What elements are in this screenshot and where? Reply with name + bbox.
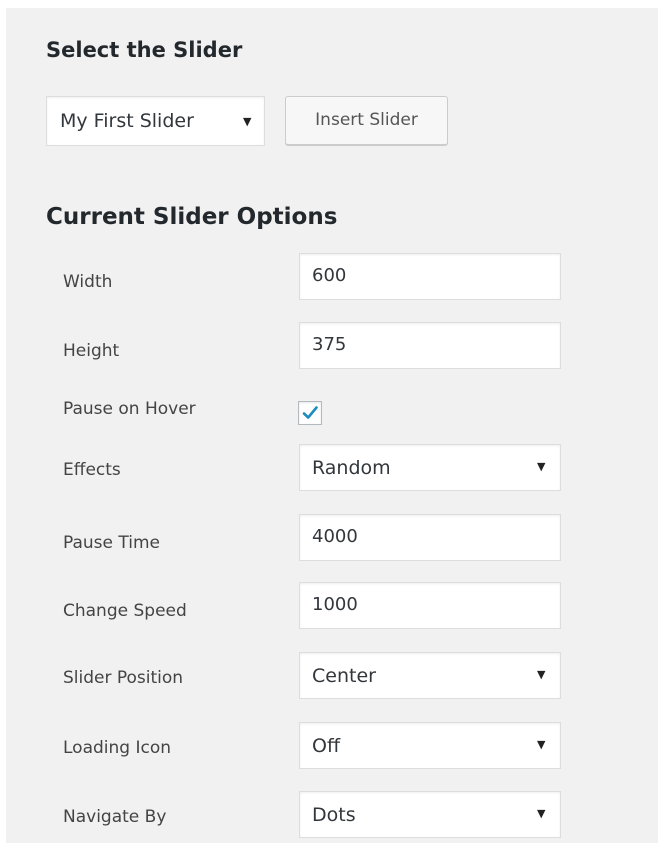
insert-slider-button[interactable]: Insert Slider bbox=[285, 96, 448, 145]
loading-icon-select[interactable]: Off ▼ bbox=[299, 722, 561, 769]
pause-on-hover-label: Pause on Hover bbox=[63, 399, 196, 419]
caret-down-icon: ▼ bbox=[537, 460, 546, 473]
width-label: Width bbox=[63, 272, 113, 292]
navigate-by-label: Navigate By bbox=[63, 807, 167, 827]
current-slider-options-heading: Current Slider Options bbox=[46, 204, 338, 230]
effects-value: Random bbox=[312, 457, 391, 479]
change-speed-label: Change Speed bbox=[63, 601, 187, 621]
width-input[interactable]: 600 bbox=[299, 253, 561, 300]
checkmark-icon bbox=[302, 406, 318, 419]
navigate-by-value: Dots bbox=[312, 804, 356, 826]
pause-on-hover-checkbox[interactable] bbox=[298, 401, 322, 425]
effects-label: Effects bbox=[63, 460, 121, 480]
navigate-by-select[interactable]: Dots ▼ bbox=[299, 791, 561, 838]
select-slider-heading: Select the Slider bbox=[46, 38, 243, 62]
pause-time-label: Pause Time bbox=[63, 533, 161, 553]
loading-icon-label: Loading Icon bbox=[63, 738, 172, 758]
change-speed-input[interactable]: 1000 bbox=[299, 582, 561, 629]
slider-select-value: My First Slider bbox=[60, 110, 194, 132]
height-label: Height bbox=[63, 341, 120, 361]
caret-down-icon: ▼ bbox=[243, 115, 252, 128]
slider-position-label: Slider Position bbox=[63, 668, 184, 688]
width-value: 600 bbox=[312, 265, 347, 286]
settings-panel: Select the Slider My First Slider ▼ Inse… bbox=[6, 8, 658, 843]
caret-down-icon: ▼ bbox=[537, 738, 546, 751]
height-input[interactable]: 375 bbox=[299, 322, 561, 369]
change-speed-value: 1000 bbox=[312, 594, 358, 615]
slider-position-value: Center bbox=[312, 665, 376, 687]
effects-select[interactable]: Random ▼ bbox=[299, 444, 561, 491]
height-value: 375 bbox=[312, 334, 347, 355]
caret-down-icon: ▼ bbox=[537, 807, 546, 820]
pause-time-input[interactable]: 4000 bbox=[299, 514, 561, 561]
pause-time-value: 4000 bbox=[312, 526, 358, 547]
loading-icon-value: Off bbox=[312, 735, 341, 757]
slider-position-select[interactable]: Center ▼ bbox=[299, 652, 561, 699]
caret-down-icon: ▼ bbox=[537, 668, 546, 681]
slider-select[interactable]: My First Slider ▼ bbox=[46, 96, 265, 146]
